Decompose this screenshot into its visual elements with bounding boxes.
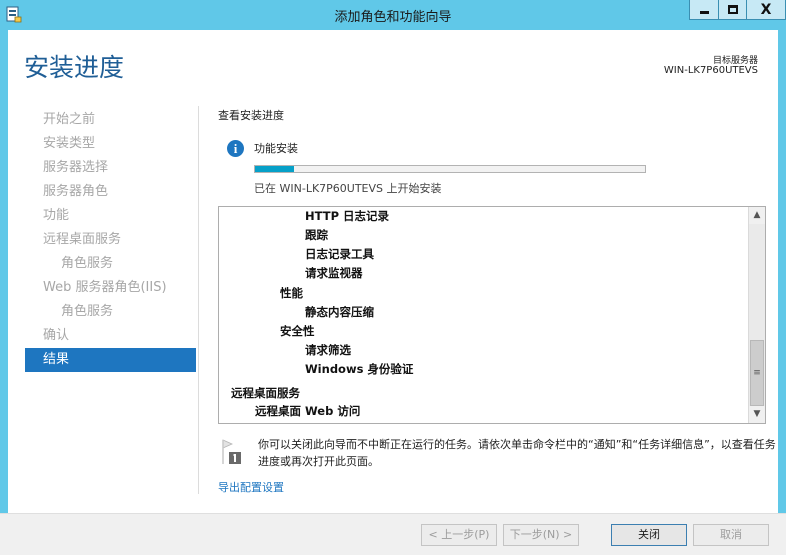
nav-item-iis-role-services[interactable]: 角色服务: [25, 300, 196, 324]
result-row: 请求筛选: [305, 343, 351, 357]
background-task-note: 你可以关闭此向导而不中断正在运行的任务。请依次单击命令栏中的“通知”和“任务详细…: [258, 438, 776, 468]
content-divider: [198, 106, 199, 494]
result-row: 性能: [280, 286, 303, 300]
previous-button[interactable]: < 上一步(P): [421, 524, 497, 546]
installation-progress-bar: [254, 165, 646, 173]
nav-item-web-server-role[interactable]: Web 服务器角色(IIS): [25, 276, 196, 300]
flag-note-icon: [222, 439, 241, 464]
results-scrollbar[interactable]: ▲ ≡ ▼: [748, 207, 765, 423]
window-title: 添加角色和功能向导: [334, 10, 452, 25]
maximize-button[interactable]: [718, 0, 747, 20]
nav-item-rds-role-services[interactable]: 角色服务: [25, 252, 196, 276]
window-frame-left: [0, 30, 8, 513]
target-server-name: WIN-LK7P60UTEVS: [663, 65, 758, 76]
nav-item-installation-type[interactable]: 安装类型: [25, 132, 196, 156]
result-row: 请求监视器: [305, 266, 363, 280]
result-row: 跟踪: [305, 228, 328, 242]
title-bar: 添加角色和功能向导 X: [0, 0, 786, 30]
scroll-grip-icon: ≡: [753, 368, 761, 378]
result-row: 安全性: [280, 324, 315, 338]
close-icon: X: [760, 1, 772, 18]
scroll-down-icon[interactable]: ▼: [749, 406, 765, 423]
export-configuration-link[interactable]: 导出配置设置: [218, 479, 284, 495]
section-heading: 查看安装进度: [218, 109, 284, 122]
minimize-button[interactable]: [689, 0, 719, 20]
feature-installation-label: 功能安装: [254, 142, 298, 155]
installation-results-list[interactable]: HTTP 日志记录 跟踪日志记录工具 请求监视器 性能 静态内容压缩安全性请求筛选 Win…: [218, 206, 766, 424]
cancel-button[interactable]: 取消: [693, 524, 769, 546]
scroll-thumb[interactable]: ≡: [750, 340, 764, 406]
window-frame-right: [778, 30, 786, 513]
wizard-nav: 开始之前 安装类型 服务器选择 服务器角色 功能 远程桌面服务 角色服务 Web…: [25, 108, 196, 372]
result-row: Windows 身份验证: [305, 362, 414, 376]
next-button[interactable]: 下一步(N) >: [503, 524, 579, 546]
nav-item-server-selection[interactable]: 服务器选择: [25, 156, 196, 180]
nav-item-results[interactable]: 结果: [25, 348, 196, 372]
nav-item-features[interactable]: 功能: [25, 204, 196, 228]
scroll-up-icon[interactable]: ▲: [749, 207, 765, 224]
progress-fill: [255, 166, 294, 172]
result-row: HTTP 日志记录: [305, 209, 390, 223]
info-icon: i: [227, 140, 244, 157]
result-row: 日志记录工具: [305, 247, 374, 261]
installation-status-text: 已在 WIN-LK7P60UTEVS 上开始安装: [254, 182, 442, 195]
maximize-icon: [727, 5, 738, 14]
nav-item-confirmation[interactable]: 确认: [25, 324, 196, 348]
result-row: 静态内容压缩: [305, 305, 374, 319]
close-button[interactable]: 关闭: [611, 524, 687, 546]
result-row: 远程桌面 Web 访问: [255, 404, 361, 418]
nav-item-before-you-begin[interactable]: 开始之前: [25, 108, 196, 132]
nav-item-server-roles[interactable]: 服务器角色: [25, 180, 196, 204]
nav-item-remote-desktop-services[interactable]: 远程桌面服务: [25, 228, 196, 252]
window-close-button[interactable]: X: [746, 0, 786, 20]
result-row: 远程桌面服务: [231, 386, 300, 400]
minimize-icon: [699, 11, 709, 14]
page-title: 安装进度: [24, 53, 125, 82]
